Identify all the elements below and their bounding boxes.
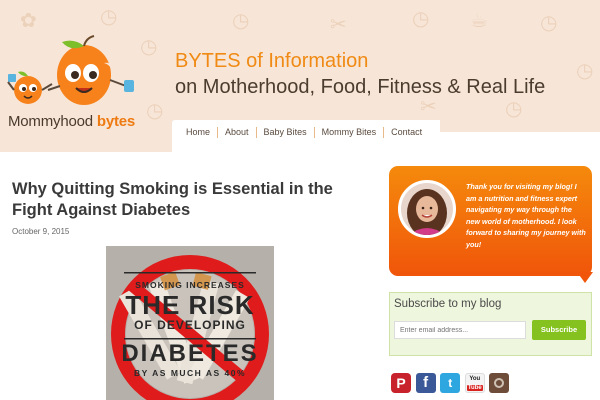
tagline-bytes: BYTES [175, 50, 241, 72]
nav-item-about[interactable]: About [218, 127, 257, 138]
author-photo [401, 183, 453, 235]
tagline-line1: BYTES of Information [175, 48, 545, 74]
nav-item-contact[interactable]: Contact [384, 127, 429, 138]
pinterest-icon[interactable]: P [391, 373, 411, 393]
subscribe-button[interactable]: Subscribe [532, 320, 586, 340]
nav-item-mommy-bites[interactable]: Mommy Bites [315, 127, 385, 138]
post-title[interactable]: Why Quitting Smoking is Essential in the… [12, 179, 362, 221]
nav-background-tail [440, 132, 600, 152]
image-text-line1: SMOKING INCREASES [135, 280, 245, 290]
instagram-icon[interactable] [489, 373, 510, 393]
tagline-line2: on Motherhood, Food, Fitness & Real Life [175, 76, 546, 98]
site-tagline: BYTES of Information on Motherhood, Food… [175, 48, 545, 100]
welcome-text: Thank you for visiting my blog! I am a n… [466, 182, 586, 249]
post-date: October 9, 2015 [12, 227, 70, 236]
logo-wordmark-prefix: Mommyhood [8, 113, 97, 130]
main-nav: Home About Baby Bites Mommy Bites Contac… [182, 127, 429, 138]
site-header: ◷ ◷ ✂ ◷ ☕ ◷ ◷ ✿ ◷ ✂ ◷ ◷ Mommyhood bytes … [0, 0, 600, 152]
tagline-line1-rest: of Information [240, 50, 369, 72]
author-avatar [398, 180, 456, 238]
email-input[interactable] [394, 321, 526, 339]
youtube-icon[interactable]: You Tube [464, 373, 485, 393]
logo-wordmark: Mommyhood bytes [8, 113, 135, 130]
nav-item-home[interactable]: Home [182, 127, 219, 138]
post-image[interactable]: SMOKING INCREASES THE RISK OF DEVELOPING… [106, 246, 274, 400]
image-text-line2: THE RISK [125, 290, 255, 320]
social-links: P f t You Tube [391, 373, 514, 393]
logo-wordmark-bytes: bytes [96, 113, 136, 130]
image-text-line5: BY AS MUCH AS 40% [133, 368, 247, 378]
subscribe-title: Subscribe to my blog [394, 298, 502, 310]
welcome-box-tail [577, 272, 593, 283]
image-text-line4: DIABETES [121, 340, 259, 367]
twitter-icon[interactable]: t [440, 373, 461, 393]
facebook-icon[interactable]: f [415, 373, 436, 393]
nav-item-baby-bites[interactable]: Baby Bites [257, 127, 315, 138]
image-text-line3: OF DEVELOPING [134, 318, 246, 332]
